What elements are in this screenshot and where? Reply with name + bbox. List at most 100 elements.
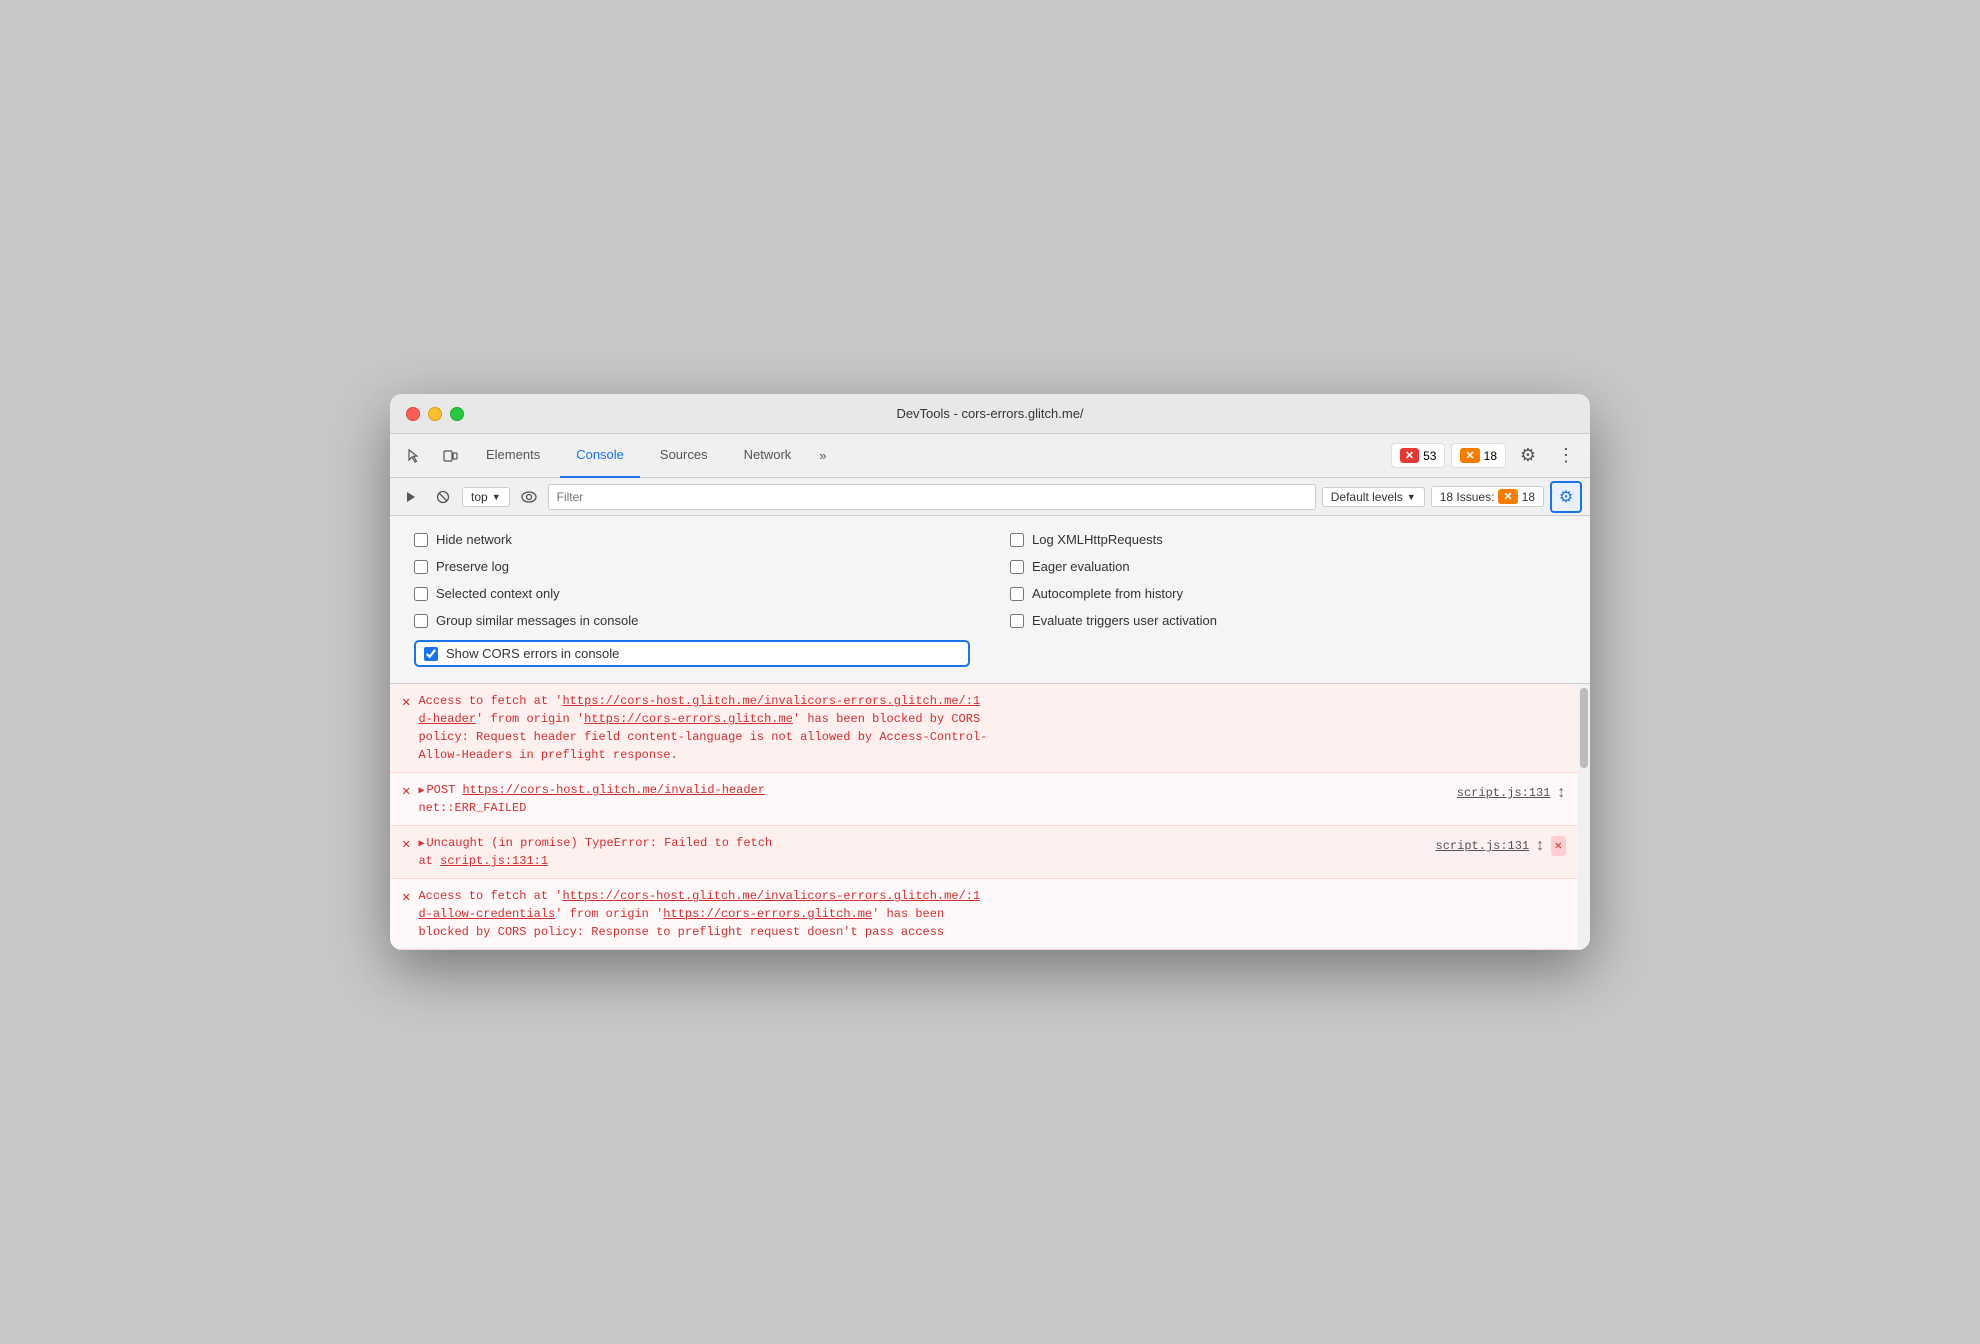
log-levels-label: Default levels xyxy=(1331,490,1403,504)
log-xmlhttp-checkbox[interactable] xyxy=(1010,533,1024,547)
expand-icon-3[interactable]: ▶ xyxy=(418,839,424,850)
error-icon-3: ✕ xyxy=(402,835,410,856)
error-link-3[interactable]: script.js:131:1 xyxy=(440,854,548,868)
device-toolbar-button[interactable] xyxy=(434,440,466,472)
toolbar-right: ✕ 53 ✕ 18 ⚙ ⋮ xyxy=(1391,440,1582,472)
hide-network-option[interactable]: Hide network xyxy=(414,532,970,547)
error-text-1b: ' from origin ' xyxy=(476,712,584,726)
scroll-up-icon[interactable]: ↕ xyxy=(1556,781,1566,805)
error-message-1: Access to fetch at 'https://cors-host.gl… xyxy=(418,692,1566,764)
error-link-2[interactable]: https://cors-host.glitch.me/invalid-head… xyxy=(462,783,764,797)
issues-count: ✕ xyxy=(1498,489,1517,504)
device-icon xyxy=(442,448,458,464)
error-method-2: POST xyxy=(426,783,462,797)
expand-icon-2[interactable]: ▶ xyxy=(418,786,424,797)
error-link-4c[interactable]: d-allow-credentials xyxy=(418,907,555,921)
hide-network-checkbox[interactable] xyxy=(414,533,428,547)
cursor-icon xyxy=(406,448,422,464)
clear-console-button[interactable] xyxy=(398,484,424,510)
log-levels-arrow-icon: ▼ xyxy=(1407,492,1416,502)
error-message-4: Access to fetch at 'https://cors-host.gl… xyxy=(418,887,1566,941)
tab-sources[interactable]: Sources xyxy=(644,434,724,478)
autocomplete-label: Autocomplete from history xyxy=(1032,586,1183,601)
file-link-3[interactable]: script.js:131 xyxy=(1436,837,1530,855)
error-link-1a[interactable]: https://cors-host.glitch.me/invali xyxy=(562,694,807,708)
group-similar-option[interactable]: Group similar messages in console xyxy=(414,613,970,628)
show-cors-label: Show CORS errors in console xyxy=(446,646,619,661)
error-text-1e: Allow-Headers in preflight response. xyxy=(418,748,677,762)
eager-eval-option[interactable]: Eager evaluation xyxy=(1010,559,1566,574)
filter-input[interactable] xyxy=(548,484,1316,510)
settings-left-column: Hide network Preserve log Selected conte… xyxy=(414,532,970,667)
no-icon xyxy=(436,490,450,504)
log-levels-button[interactable]: Default levels ▼ xyxy=(1322,487,1425,507)
warning-badge: ✕ xyxy=(1460,448,1479,463)
tab-console[interactable]: Console xyxy=(560,434,640,478)
minimize-button[interactable] xyxy=(428,407,442,421)
file-link-2[interactable]: script.js:131 xyxy=(1457,784,1551,802)
eye-button[interactable] xyxy=(516,484,542,510)
error-count-button[interactable]: ✕ 53 xyxy=(1391,443,1446,468)
scrollbar[interactable] xyxy=(1578,684,1590,950)
console-toolbar: top ▼ Default levels ▼ 18 Issues: ✕ 18 ⚙ xyxy=(390,478,1590,516)
block-icon-button[interactable] xyxy=(430,484,456,510)
error-text-4c: ' has been xyxy=(872,907,944,921)
console-settings-button[interactable]: ⚙ xyxy=(1550,481,1582,513)
dropdown-arrow-icon: ▼ xyxy=(492,492,501,502)
selected-context-label: Selected context only xyxy=(436,586,560,601)
warning-count-button[interactable]: ✕ 18 xyxy=(1451,443,1506,468)
more-options-button[interactable]: ⋮ xyxy=(1550,440,1582,472)
selected-context-option[interactable]: Selected context only xyxy=(414,586,970,601)
scrollbar-thumb[interactable] xyxy=(1580,688,1588,768)
evaluate-triggers-label: Evaluate triggers user activation xyxy=(1032,613,1217,628)
preserve-log-option[interactable]: Preserve log xyxy=(414,559,970,574)
issues-number: 18 xyxy=(1522,490,1535,504)
log-xmlhttp-option[interactable]: Log XMLHttpRequests xyxy=(1010,532,1566,547)
preserve-log-checkbox[interactable] xyxy=(414,560,428,574)
maximize-button[interactable] xyxy=(450,407,464,421)
evaluate-triggers-checkbox[interactable] xyxy=(1010,614,1024,628)
inspect-element-button[interactable] xyxy=(398,440,430,472)
settings-right-column: Log XMLHttpRequests Eager evaluation Aut… xyxy=(1010,532,1566,667)
table-row: ✕ ▶Uncaught (in promise) TypeError: Fail… xyxy=(390,826,1578,879)
dismiss-error-button-3[interactable]: ✕ xyxy=(1551,836,1566,856)
preserve-log-label: Preserve log xyxy=(436,559,509,574)
error-count: 53 xyxy=(1423,449,1436,463)
error-link-4a[interactable]: https://cors-host.glitch.me/invali xyxy=(562,889,807,903)
show-cors-checkbox[interactable] xyxy=(424,647,438,661)
more-tabs-button[interactable]: » xyxy=(811,434,834,478)
error-text-1a: Access to fetch at ' xyxy=(418,694,562,708)
settings-panel: Hide network Preserve log Selected conte… xyxy=(390,516,1590,684)
error-right-2: script.js:131 ↕ xyxy=(1457,781,1566,805)
error-message-2: ▶POST https://cors-host.glitch.me/invali… xyxy=(418,781,1448,817)
log-xmlhttp-label: Log XMLHttpRequests xyxy=(1032,532,1163,547)
eager-eval-checkbox[interactable] xyxy=(1010,560,1024,574)
show-cors-option[interactable]: Show CORS errors in console xyxy=(414,640,970,667)
error-link-1d[interactable]: https://cors-errors.glitch.me xyxy=(584,712,793,726)
close-button[interactable] xyxy=(406,407,420,421)
error-text-1c: ' has been blocked by CORS xyxy=(793,712,980,726)
window-title: DevTools - cors-errors.glitch.me/ xyxy=(896,406,1083,421)
error-message-3: ▶Uncaught (in promise) TypeError: Failed… xyxy=(418,834,1427,870)
autocomplete-option[interactable]: Autocomplete from history xyxy=(1010,586,1566,601)
error-link-1c[interactable]: d-header xyxy=(418,712,476,726)
context-label: top xyxy=(471,490,488,504)
error-text-4b: ' from origin ' xyxy=(555,907,663,921)
error-right-3: script.js:131 ↕ ✕ xyxy=(1436,834,1566,858)
selected-context-checkbox[interactable] xyxy=(414,587,428,601)
error-link-4d[interactable]: https://cors-errors.glitch.me xyxy=(663,907,872,921)
error-link-1b[interactable]: cors-errors.glitch.me/:1 xyxy=(807,694,980,708)
group-similar-checkbox[interactable] xyxy=(414,614,428,628)
issues-count-badge: 18 Issues: ✕ 18 xyxy=(1431,486,1544,507)
settings-gear-button[interactable]: ⚙ xyxy=(1512,440,1544,472)
autocomplete-checkbox[interactable] xyxy=(1010,587,1024,601)
evaluate-triggers-option[interactable]: Evaluate triggers user activation xyxy=(1010,613,1566,628)
scroll-up-icon-3[interactable]: ↕ xyxy=(1535,834,1545,858)
context-selector[interactable]: top ▼ xyxy=(462,487,510,507)
tab-network[interactable]: Network xyxy=(728,434,808,478)
table-row: ✕ ▶POST https://cors-host.glitch.me/inva… xyxy=(390,773,1578,826)
error-link-4b[interactable]: cors-errors.glitch.me/:1 xyxy=(807,889,980,903)
traffic-lights xyxy=(406,407,464,421)
warning-count: 18 xyxy=(1484,449,1497,463)
tab-elements[interactable]: Elements xyxy=(470,434,556,478)
